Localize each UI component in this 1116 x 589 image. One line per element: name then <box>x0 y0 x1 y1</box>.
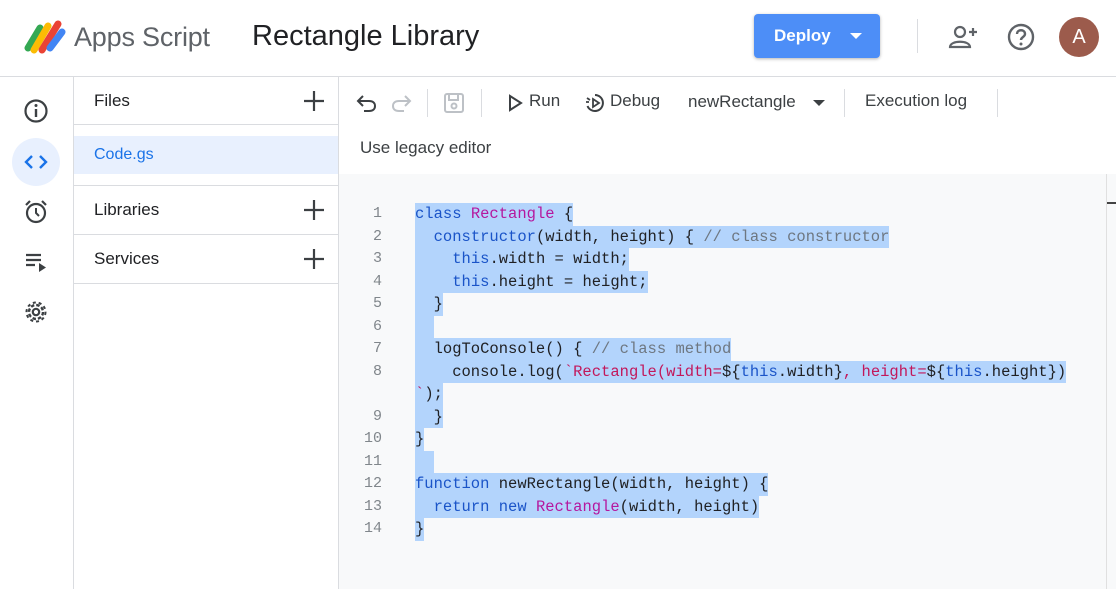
code-line[interactable]: 10} <box>339 428 1106 451</box>
code-text: } <box>415 428 425 451</box>
code-line[interactable]: 5 } <box>339 293 1106 316</box>
scrollbar-marker <box>1107 202 1116 204</box>
rail-item-executions[interactable] <box>12 238 60 286</box>
header-divider <box>917 19 918 53</box>
project-title[interactable]: Rectangle Library <box>252 20 479 53</box>
rail-item-settings[interactable] <box>12 288 60 336</box>
code-text: logToConsole() { // class method <box>415 338 732 361</box>
redo-icon[interactable] <box>389 91 413 115</box>
function-select-value: newRectangle <box>688 92 796 111</box>
editor-toolbar: Run Debug newRectangle Execution log Use… <box>339 77 1116 174</box>
play-icon <box>509 94 523 112</box>
undo-icon[interactable] <box>355 91 379 115</box>
code-text: return new Rectangle(width, height) <box>415 495 760 518</box>
rail-item-triggers[interactable] <box>12 188 60 236</box>
line-number: 5 <box>372 295 382 312</box>
code-line[interactable]: 2 constructor(width, height) { // class … <box>339 225 1106 248</box>
execution-log-button[interactable]: Execution log <box>865 91 967 111</box>
app-header: Apps Script Rectangle Library Deploy A <box>0 0 1116 77</box>
use-legacy-editor-link[interactable]: Use legacy editor <box>360 138 491 158</box>
line-number: 1 <box>372 205 382 222</box>
code-line[interactable]: 14} <box>339 518 1106 541</box>
gear-icon <box>25 301 47 323</box>
code-text: this.width = width; <box>415 248 629 271</box>
code-line[interactable]: 3 this.width = width; <box>339 248 1106 271</box>
apps-script-logo[interactable] <box>24 18 66 54</box>
info-icon <box>24 99 48 123</box>
code-text <box>415 315 434 338</box>
line-number: 8 <box>372 362 382 380</box>
code-text: } <box>415 293 443 316</box>
code-text: console.log(`Rectangle(width=${this.widt… <box>415 360 1067 383</box>
line-number: 9 <box>372 407 382 425</box>
debug-icon <box>586 94 604 112</box>
services-section-header: Services <box>74 235 338 284</box>
file-name: Code.gs <box>94 146 154 163</box>
line-number: 6 <box>372 317 382 335</box>
add-library-icon[interactable] <box>302 198 326 222</box>
line-number: 13 <box>363 497 382 515</box>
libraries-title: Libraries <box>94 200 160 219</box>
files-section-header: Files <box>74 77 338 125</box>
deploy-button[interactable]: Deploy <box>754 14 880 58</box>
add-service-icon[interactable] <box>302 247 326 271</box>
line-number: 4 <box>372 272 382 290</box>
executions-list-icon <box>26 253 46 272</box>
help-icon[interactable] <box>1006 22 1036 52</box>
code-line[interactable]: 7 logToConsole() { // class method <box>339 338 1106 361</box>
code-line[interactable]: 12 function newRectangle(width, height) { <box>339 473 1106 496</box>
add-file-icon[interactable] <box>302 89 326 113</box>
files-panel: Files Code.gs Libraries Services <box>74 77 339 589</box>
code-line[interactable]: `); <box>339 383 1106 406</box>
deploy-dropdown-caret-icon <box>850 33 862 39</box>
line-number: 12 <box>363 475 382 492</box>
code-editor[interactable]: 1 class Rectangle {2 constructor(width, h… <box>339 174 1116 589</box>
code-line[interactable]: 13 return new Rectangle(width, height) <box>339 495 1106 518</box>
toolbar-divider <box>997 89 998 117</box>
share-add-person-icon[interactable] <box>948 22 978 52</box>
avatar[interactable]: A <box>1059 17 1099 57</box>
line-number: 7 <box>372 340 382 357</box>
rail-item-overview[interactable] <box>12 87 60 135</box>
toolbar-divider <box>844 89 845 117</box>
toolbar-divider <box>427 89 428 117</box>
code-line[interactable]: 4 this.height = height; <box>339 270 1106 293</box>
code-text: this.height = height; <box>415 270 648 293</box>
app-name: Apps Script <box>74 22 210 52</box>
line-number: 3 <box>372 250 382 267</box>
code-text: function newRectangle(width, height) { <box>415 473 769 496</box>
code-line[interactable]: 8 console.log(`Rectangle(width=${this.wi… <box>339 360 1106 383</box>
left-nav-rail <box>0 77 74 589</box>
code-icon <box>24 155 48 169</box>
line-number: 11 <box>363 452 382 470</box>
code-line[interactable]: 9 } <box>339 405 1106 428</box>
code-line[interactable]: 1 class Rectangle { <box>339 203 1106 226</box>
deploy-label: Deploy <box>774 26 831 45</box>
editor-scrollbar[interactable] <box>1106 174 1116 589</box>
libraries-section-header: Libraries <box>74 185 338 235</box>
code-text <box>415 450 434 473</box>
rail-item-editor[interactable] <box>12 138 60 186</box>
code-text: class Rectangle { <box>415 203 574 226</box>
code-text: } <box>415 518 425 541</box>
alarm-clock-icon <box>25 200 47 224</box>
file-item-code-gs[interactable]: Code.gs <box>74 136 338 174</box>
run-label: Run <box>529 91 561 110</box>
line-number: 10 <box>363 430 382 447</box>
code-text: } <box>415 405 443 428</box>
code-line[interactable]: 11 <box>339 450 1106 473</box>
code-text: `); <box>415 383 443 406</box>
code-line[interactable]: 6 <box>339 315 1106 338</box>
line-number: 2 <box>372 227 382 245</box>
toolbar-divider <box>481 89 482 117</box>
code-text: constructor(width, height) { // class co… <box>415 225 890 248</box>
save-icon[interactable] <box>442 91 466 115</box>
line-number: 14 <box>363 520 382 537</box>
services-title: Services <box>94 249 160 268</box>
files-title: Files <box>94 91 130 110</box>
debug-label: Debug <box>610 91 661 110</box>
chevron-down-icon <box>813 100 825 106</box>
